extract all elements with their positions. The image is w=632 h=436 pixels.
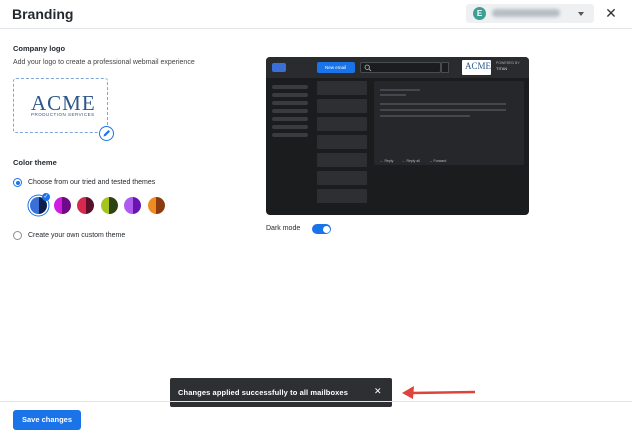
preview-new-email-label: New email	[325, 65, 347, 70]
theme-swatch-2[interactable]	[53, 197, 71, 214]
swatch-half	[30, 197, 39, 214]
swatch-half	[124, 197, 133, 214]
preview-reply-all: Reply all	[406, 159, 420, 163]
dark-mode-label: Dark mode	[266, 225, 301, 232]
avatar: E	[473, 7, 486, 20]
preview-reply: Reply	[384, 159, 394, 163]
theme-preview: New email ACME POWERED BY TITAN ← Reply …	[266, 57, 529, 215]
preview-app-icon	[272, 63, 286, 72]
preview-mail-list	[317, 81, 367, 207]
preview-brand: TITAN	[496, 66, 508, 71]
preview-text-line	[380, 89, 420, 91]
preview-mail-item	[317, 117, 367, 131]
check-icon: ✓	[42, 193, 50, 201]
swatch-half	[156, 197, 165, 214]
account-email-redacted	[492, 9, 560, 17]
toast-message: Changes applied successfully to all mail…	[178, 388, 348, 397]
preview-sidebar-row	[272, 125, 308, 129]
swatch-half	[53, 197, 62, 214]
preview-mail-item	[317, 135, 367, 149]
preview-search-dropdown	[441, 62, 449, 73]
page-title: Branding	[12, 6, 74, 22]
preview-sidebar-row	[272, 109, 308, 113]
toast-close-icon[interactable]: ✕	[374, 386, 382, 396]
preview-topbar: New email ACME POWERED BY TITAN	[266, 57, 529, 78]
theme-swatch-4[interactable]	[100, 197, 118, 214]
preview-mail-item	[317, 153, 367, 167]
preview-text-line	[380, 109, 506, 111]
footer-divider	[0, 401, 632, 402]
swatch-half	[100, 197, 109, 214]
preview-mail-item	[317, 81, 367, 95]
preview-logo: ACME	[462, 60, 491, 75]
preview-search-bar	[360, 62, 441, 73]
account-switcher[interactable]: E	[466, 4, 594, 23]
preset-theme-radio[interactable]	[13, 178, 22, 187]
preview-sidebar-row	[272, 133, 308, 137]
swatch-half	[85, 197, 94, 214]
swatch-half	[62, 197, 71, 214]
preview-text-line	[380, 94, 406, 96]
preview-mail-item	[317, 189, 367, 203]
theme-swatch-5[interactable]	[124, 197, 141, 214]
preview-sidebar-row	[272, 93, 308, 97]
dark-mode-toggle[interactable]	[312, 224, 331, 234]
preview-sidebar-row	[272, 117, 308, 121]
preview-sidebar-row	[272, 85, 308, 89]
preset-theme-label[interactable]: Choose from our tried and tested themes	[28, 179, 155, 186]
custom-theme-radio[interactable]	[13, 231, 22, 240]
edit-logo-button[interactable]	[99, 126, 114, 141]
chevron-down-icon	[578, 12, 584, 16]
success-toast: Changes applied successfully to all mail…	[170, 378, 392, 407]
preview-mail-item	[317, 171, 367, 185]
red-arrow-annotation	[402, 386, 476, 399]
swatch-half	[147, 197, 156, 214]
pencil-icon	[103, 130, 110, 137]
preview-powered-by-label: POWERED BY	[496, 61, 520, 65]
swatch-half	[77, 197, 86, 214]
company-logo-hint: Add your logo to create a professional w…	[13, 59, 195, 66]
company-logo-subtext: PRODUCTION SERVICES	[31, 112, 95, 117]
custom-theme-label[interactable]: Create your own custom theme	[28, 232, 125, 239]
preview-text-line	[380, 103, 506, 105]
theme-swatch-3[interactable]	[77, 197, 94, 214]
preview-powered-by: POWERED BY TITAN	[496, 61, 520, 72]
preview-new-email-button: New email	[317, 62, 355, 73]
preview-text-line	[380, 115, 470, 117]
preview-mail-actions: ← Reply ← Reply all → Forward	[380, 159, 447, 163]
preview-mail-item	[317, 99, 367, 113]
preview-logo-text: ACME	[465, 61, 492, 71]
save-changes-button[interactable]: Save changes	[13, 410, 81, 430]
search-icon	[364, 64, 372, 72]
swatch-half	[109, 197, 118, 214]
logo-upload-area[interactable]: ACME PRODUCTION SERVICES	[13, 78, 108, 133]
preview-sidebar-row	[272, 101, 308, 105]
swatch-half	[132, 197, 141, 214]
preview-reading-pane	[374, 81, 524, 165]
company-logo-label: Company logo	[13, 44, 66, 53]
preview-sidebar	[272, 85, 308, 141]
close-icon[interactable]: ✕	[604, 6, 618, 20]
color-theme-label: Color theme	[13, 158, 57, 167]
theme-swatch-6[interactable]	[147, 197, 165, 214]
dialog-header: Branding E ✕	[0, 0, 632, 29]
preview-forward: Forward	[433, 159, 447, 163]
